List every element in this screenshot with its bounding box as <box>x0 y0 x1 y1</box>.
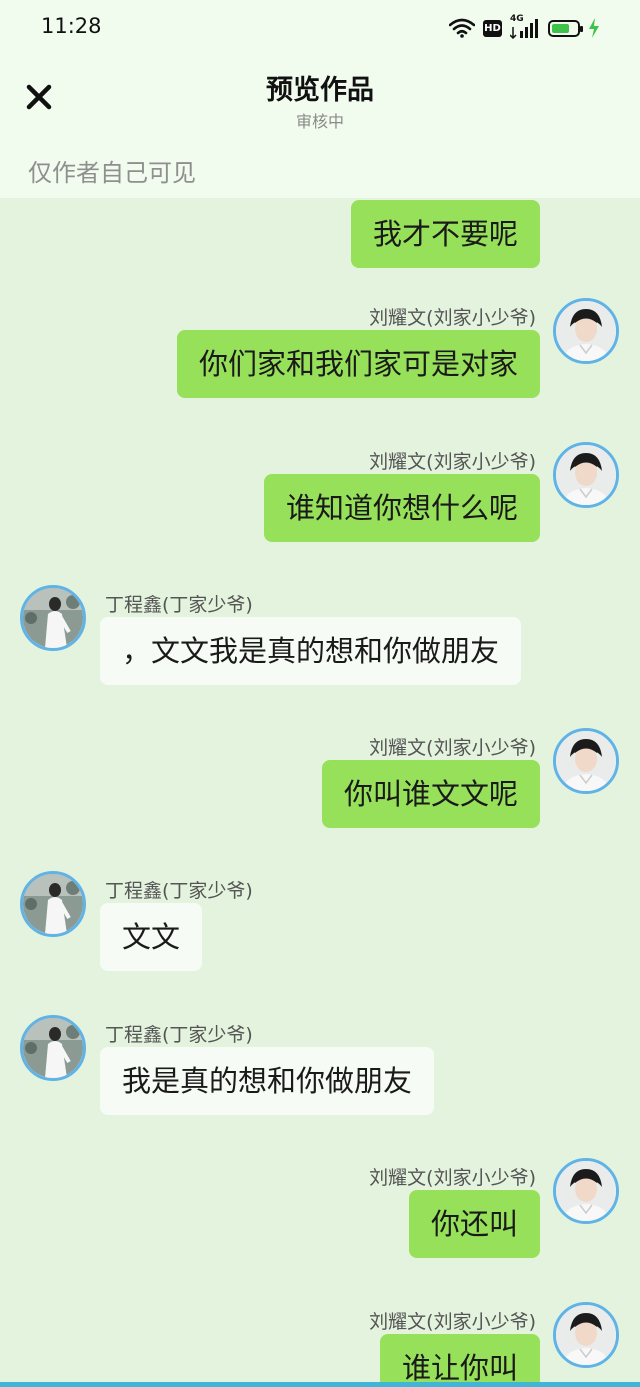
page-title: 预览作品 <box>266 75 374 106</box>
status-bar: 11:28 HD 4G <box>0 0 640 56</box>
review-status: 审核中 <box>295 112 344 131</box>
charging-bolt-icon <box>589 18 599 38</box>
bottom-progress-bar <box>0 1382 640 1387</box>
sender-name: 刘耀文(刘家小少爷) <box>369 451 536 473</box>
hd-icon: HD <box>483 19 502 37</box>
sender-name: 丁程鑫(丁家少爷) <box>105 1024 253 1046</box>
avatar-white-robe-icon <box>23 874 83 934</box>
cellular-signal-icon: 4G <box>509 14 540 40</box>
avatar-boy-icon <box>556 731 616 791</box>
message-bubble[interactable]: ，文文我是真的想和你做朋友 <box>100 617 522 685</box>
avatar[interactable] <box>553 1302 619 1368</box>
battery-level <box>552 23 569 33</box>
avatar-boy-icon <box>556 1161 616 1221</box>
avatar[interactable] <box>553 1158 619 1224</box>
avatar[interactable] <box>553 298 619 364</box>
message-bubble[interactable]: 我是真的想和你做朋友 <box>100 1047 435 1115</box>
wifi-icon <box>449 18 475 38</box>
network-type-label: 4G <box>510 14 524 24</box>
message-bubble[interactable]: 谁知道你想什么呢 <box>263 474 540 542</box>
message-bubble[interactable]: 你们家和我们家可是对家 <box>176 330 540 398</box>
message-bubble[interactable]: 我才不要呢 <box>350 200 540 268</box>
avatar-boy-icon <box>556 301 616 361</box>
visibility-note: 仅作者自己可见 <box>28 159 196 187</box>
message-bubble[interactable]: 你还叫 <box>408 1190 540 1258</box>
avatar-boy-icon <box>556 1305 616 1365</box>
chat-thread[interactable]: 我才不要呢 刘耀文(刘家小少爷) 你们家和我们家可是对家 刘耀文(刘家小少爷) … <box>0 198 640 1387</box>
avatar[interactable] <box>553 728 619 794</box>
avatar-boy-icon <box>556 445 616 505</box>
battery-icon <box>548 19 583 37</box>
sender-name: 刘耀文(刘家小少爷) <box>369 307 536 329</box>
message-bubble[interactable]: 文文 <box>100 903 203 971</box>
sender-name: 丁程鑫(丁家少爷) <box>105 594 253 616</box>
sender-name: 刘耀文(刘家小少爷) <box>369 1167 536 1189</box>
avatar-white-robe-icon <box>23 588 83 648</box>
status-icons: HD 4G <box>449 14 600 40</box>
sender-name: 丁程鑫(丁家少爷) <box>105 880 253 902</box>
avatar[interactable] <box>553 442 619 508</box>
message-bubble[interactable]: 谁让你叫 <box>379 1334 540 1387</box>
sender-name: 刘耀文(刘家小少爷) <box>369 1311 536 1333</box>
avatar[interactable] <box>20 1015 86 1081</box>
preview-header: 预览作品 审核中 仅作者自己可见 <box>0 56 640 198</box>
status-time: 11:28 <box>41 14 102 38</box>
avatar-white-robe-icon <box>23 1018 83 1078</box>
message-bubble[interactable]: 你叫谁文文呢 <box>321 760 540 828</box>
avatar[interactable] <box>20 585 86 651</box>
sender-name: 刘耀文(刘家小少爷) <box>369 737 536 759</box>
avatar[interactable] <box>20 871 86 937</box>
